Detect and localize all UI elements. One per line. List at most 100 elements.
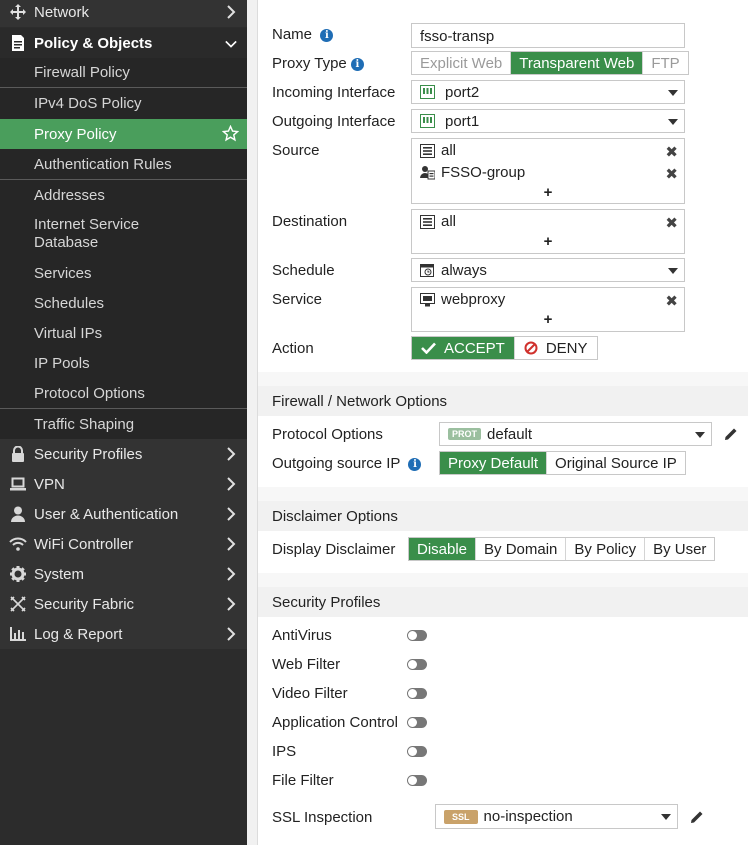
- list-item: FSSO-group: [420, 164, 525, 181]
- user-icon: [8, 506, 28, 522]
- edit-pencil-icon[interactable]: [690, 810, 704, 824]
- sidebar-item-virtual-ips[interactable]: Virtual IPs: [0, 318, 247, 348]
- sidebar-item-label: User & Authentication: [34, 505, 179, 523]
- wifi-icon: [8, 536, 28, 552]
- disclaimer-by-user[interactable]: By User: [645, 538, 715, 560]
- disclaimer-by-domain[interactable]: By Domain: [476, 538, 567, 560]
- ips-toggle[interactable]: [407, 746, 427, 757]
- schedule-label: Schedule: [272, 262, 335, 279]
- chevron-right-icon: [227, 627, 236, 641]
- sidebar-item-firewall-policy[interactable]: Firewall Policy: [0, 58, 247, 87]
- add-source-button[interactable]: +: [412, 184, 684, 201]
- service-label: Service: [272, 291, 323, 308]
- video-filter-toggle[interactable]: [407, 688, 427, 699]
- sidebar-item-label: Proxy Policy: [34, 125, 117, 143]
- sidebar-item-services[interactable]: Services: [0, 258, 247, 288]
- sidebar-item-log-report[interactable]: Log & Report: [0, 619, 247, 649]
- action-accept-button[interactable]: ACCEPT: [412, 337, 515, 359]
- ssl-inspection-select[interactable]: SSL no-inspection: [435, 804, 678, 829]
- file-filter-label: File Filter: [272, 772, 334, 789]
- sidebar-item-policy-objects[interactable]: Policy & Objects: [0, 28, 247, 58]
- sidebar-item-addresses[interactable]: Addresses: [0, 180, 247, 210]
- disclaimer-disable[interactable]: Disable: [409, 538, 477, 560]
- prot-tag: PROT: [448, 428, 482, 440]
- proxy-policy-form: Name i fsso-transp Proxy Type i Explicit…: [257, 0, 748, 845]
- proxy-type-label: Proxy Type i: [272, 55, 364, 72]
- chevron-right-icon: [227, 5, 236, 19]
- sidebar-item-proxy-policy[interactable]: Proxy Policy: [0, 119, 247, 149]
- list-item: webproxy: [420, 291, 505, 308]
- section-gap: [258, 573, 748, 587]
- sidebar-item-system[interactable]: System: [0, 559, 247, 589]
- remove-icon[interactable]: ✖: [665, 214, 678, 232]
- outgoing-source-ip-label: Outgoing source IP i: [272, 455, 422, 472]
- sidebar-item-vpn[interactable]: VPN: [0, 469, 247, 499]
- outgoing-ip-original-source[interactable]: Original Source IP: [547, 452, 685, 474]
- sidebar-item-user-authentication[interactable]: User & Authentication: [0, 499, 247, 529]
- ssl-tag: SSL: [444, 809, 478, 824]
- incoming-interface-select[interactable]: port2: [411, 80, 685, 104]
- disclaimer-by-policy[interactable]: By Policy: [566, 538, 646, 560]
- incoming-interface-label: Incoming Interface: [272, 84, 396, 101]
- firewall-network-options-header: Firewall / Network Options: [258, 386, 748, 416]
- schedule-select[interactable]: always: [411, 258, 685, 282]
- sidebar-item-label: Network: [34, 3, 90, 21]
- network-icon: [8, 4, 28, 20]
- dropdown-caret-icon: [668, 119, 678, 125]
- proxy-type-explicit-web[interactable]: Explicit Web: [412, 52, 512, 74]
- web-filter-toggle[interactable]: [407, 659, 427, 670]
- sidebar-item-label: Schedules: [34, 294, 105, 312]
- name-field[interactable]: fsso-transp: [411, 23, 685, 48]
- remove-icon[interactable]: ✖: [665, 143, 678, 161]
- antivirus-toggle[interactable]: [407, 630, 427, 641]
- sidebar-item-label: Policy & Objects: [34, 34, 153, 52]
- proxy-type-ftp[interactable]: FTP: [643, 52, 688, 74]
- outgoing-ip-proxy-default[interactable]: Proxy Default: [440, 452, 548, 474]
- dropdown-caret-icon: [668, 90, 678, 96]
- sidebar-item-wifi-controller[interactable]: WiFi Controller: [0, 529, 247, 559]
- destination-list[interactable]: all ✖ +: [411, 209, 685, 254]
- file-filter-toggle[interactable]: [407, 775, 427, 786]
- sidebar-item-label: Authentication Rules: [34, 155, 172, 173]
- edit-pencil-icon[interactable]: [724, 427, 738, 441]
- remove-icon[interactable]: ✖: [665, 165, 678, 183]
- check-icon: [421, 342, 436, 354]
- sidebar-item-security-fabric[interactable]: Security Fabric: [0, 589, 247, 619]
- source-label: Source: [272, 142, 320, 159]
- outgoing-interface-select[interactable]: port1: [411, 109, 685, 133]
- info-icon[interactable]: i: [408, 458, 422, 471]
- add-service-button[interactable]: +: [412, 311, 684, 328]
- sidebar-item-schedules[interactable]: Schedules: [0, 288, 247, 318]
- application-control-toggle[interactable]: [407, 717, 427, 728]
- lock-icon: [8, 446, 28, 462]
- action-deny-button[interactable]: DENY: [514, 337, 597, 359]
- sidebar-item-ip-pools[interactable]: IP Pools: [0, 348, 247, 378]
- sidebar-item-label: IPv4 DoS Policy: [34, 95, 142, 112]
- sidebar-item-network[interactable]: Network: [0, 0, 247, 27]
- section-gap: [258, 487, 748, 501]
- sidebar-item-security-profiles[interactable]: Security Profiles: [0, 439, 247, 469]
- source-list[interactable]: all ✖ FSSO-group ✖ +: [411, 138, 685, 204]
- ips-label: IPS: [272, 743, 297, 760]
- sidebar-item-internet-service-database[interactable]: Internet Service Database: [0, 210, 247, 258]
- service-list[interactable]: webproxy ✖ +: [411, 287, 685, 332]
- info-icon[interactable]: i: [320, 29, 334, 42]
- outgoing-source-ip-selector: Proxy Default Original Source IP: [439, 451, 686, 475]
- schedule-icon: [420, 264, 434, 277]
- remove-icon[interactable]: ✖: [665, 292, 678, 310]
- proxy-type-transparent-web[interactable]: Transparent Web: [511, 52, 644, 74]
- star-icon[interactable]: [222, 125, 239, 142]
- list-item: all: [420, 142, 456, 159]
- info-icon[interactable]: i: [350, 58, 364, 71]
- chevron-right-icon: [227, 447, 236, 461]
- sidebar-item-protocol-options[interactable]: Protocol Options: [0, 378, 247, 408]
- sidebar-item-authentication-rules[interactable]: Authentication Rules: [0, 149, 247, 179]
- sidebar-item-ipv4-dos-policy[interactable]: IPv4 DoS Policy: [0, 88, 247, 119]
- deny-icon: [524, 341, 538, 355]
- sidebar-item-label: Firewall Policy: [34, 64, 130, 81]
- section-gap: [258, 372, 748, 386]
- destination-label: Destination: [272, 213, 348, 230]
- sidebar-item-traffic-shaping[interactable]: Traffic Shaping: [0, 409, 247, 439]
- add-destination-button[interactable]: +: [412, 233, 684, 250]
- protocol-options-select[interactable]: PROT default: [439, 422, 712, 446]
